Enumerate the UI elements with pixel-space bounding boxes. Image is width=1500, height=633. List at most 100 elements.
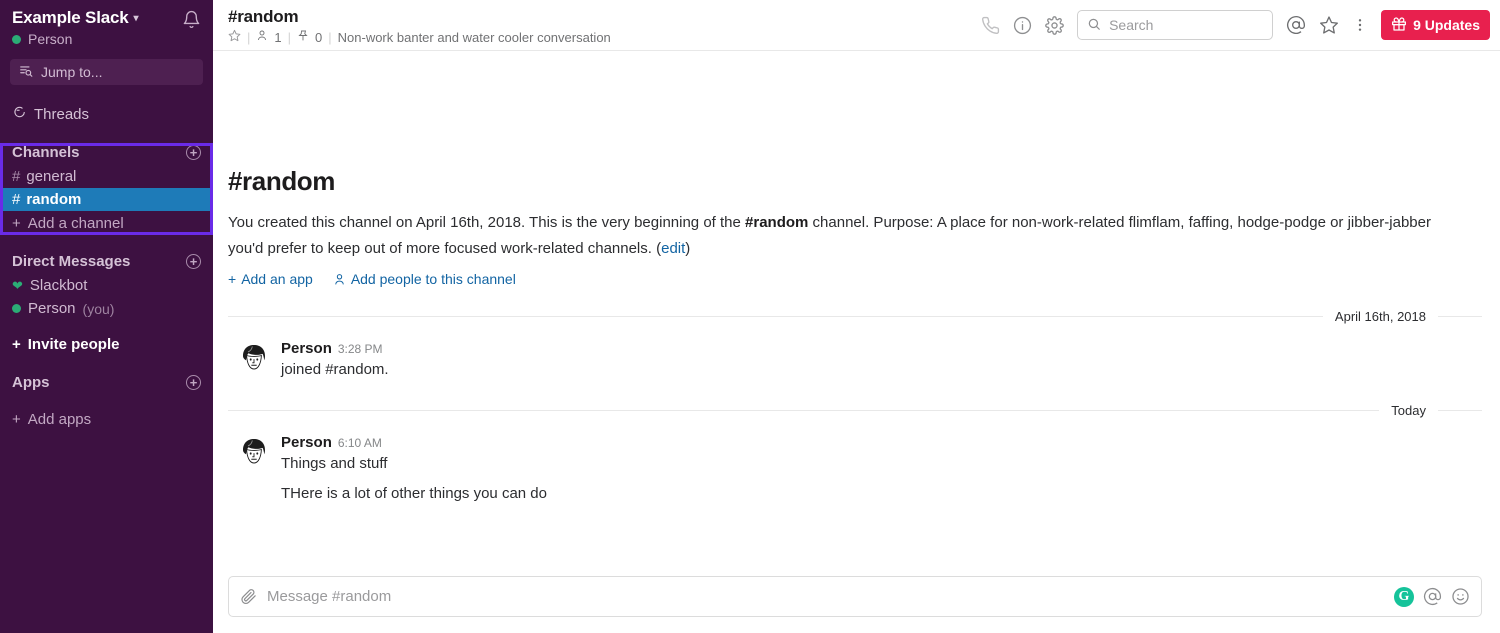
- at-mention-icon[interactable]: [1423, 587, 1442, 606]
- search-input[interactable]: Search: [1077, 10, 1274, 40]
- user-avatar-face[interactable]: [236, 434, 272, 470]
- bell-icon[interactable]: [182, 10, 201, 33]
- paperclip-icon[interactable]: [240, 588, 257, 605]
- plus-icon: +: [12, 411, 21, 428]
- add-a-channel-label: Add a channel: [27, 215, 124, 232]
- sidebar-channel-random[interactable]: # random: [0, 188, 213, 211]
- phone-icon[interactable]: [981, 16, 1000, 35]
- sidebar-channel-general[interactable]: # general: [0, 165, 213, 188]
- info-circle-icon[interactable]: [1013, 16, 1032, 35]
- at-mention-icon[interactable]: [1286, 15, 1306, 35]
- message-header: Person 3:28 PM: [281, 340, 389, 357]
- grammarly-g-icon[interactable]: G: [1394, 586, 1414, 607]
- channels-section: Channels + # general # random: [0, 139, 213, 211]
- message-item: Person 3:28 PM joined #random.: [228, 340, 1482, 381]
- add-an-app-label: Add an app: [241, 271, 313, 287]
- main-panel: #random | 1 | 0 | Non-work banter and wa…: [213, 0, 1500, 633]
- add-dm-plus-icon[interactable]: +: [186, 254, 201, 269]
- dm-you-suffix: (you): [82, 300, 115, 317]
- presence-dot: [12, 304, 21, 313]
- dm-section-header[interactable]: Direct Messages +: [0, 248, 213, 274]
- team-header[interactable]: Example Slack ▾ Person: [0, 0, 213, 53]
- dm-label: Slackbot: [29, 277, 88, 294]
- sidebar-item-threads[interactable]: Threads: [0, 101, 213, 127]
- search-placeholder: Search: [1109, 17, 1154, 33]
- message-input[interactable]: Message #random G: [228, 576, 1482, 617]
- channel-description: Non-work banter and water cooler convers…: [337, 29, 611, 45]
- channel-label: general: [26, 168, 77, 185]
- divider-line: [228, 316, 1323, 317]
- plus-icon: +: [228, 271, 237, 287]
- divider: |: [328, 29, 332, 45]
- add-people-label: Add people to this channel: [350, 271, 516, 287]
- updates-button-label: 9 Updates: [1413, 17, 1480, 33]
- add-apps-button[interactable]: + Add apps: [0, 407, 213, 432]
- current-user-label: Person: [28, 31, 73, 47]
- date-divider: Today: [228, 403, 1482, 418]
- apps-section-title: Apps: [12, 374, 50, 391]
- channel-meta: | 1 | 0 | Non-work banter and water cool…: [228, 29, 611, 45]
- pin-icon[interactable]: [297, 29, 309, 45]
- message-timestamp: 3:28 PM: [337, 342, 383, 356]
- team-name-label: Example Slack: [12, 8, 129, 27]
- search-icon: [1087, 17, 1101, 34]
- message-author[interactable]: Person: [281, 434, 332, 451]
- star-outline-icon[interactable]: [1319, 15, 1339, 35]
- members-icon[interactable]: [256, 29, 268, 45]
- heart-icon: ❤: [12, 277, 23, 293]
- divider: |: [287, 29, 292, 45]
- date-divider: April 16th, 2018: [228, 309, 1482, 324]
- channel-intro: #random You created this channel on Apri…: [228, 51, 1482, 287]
- add-a-channel-button[interactable]: + Add a channel: [0, 211, 213, 236]
- gift-icon: [1391, 16, 1407, 35]
- chevron-down-icon: ▾: [133, 12, 139, 24]
- channel-label: random: [26, 191, 82, 208]
- direct-messages-section: Direct Messages + ❤ Slackbot Person (you…: [0, 248, 213, 320]
- smiley-icon[interactable]: [1451, 587, 1470, 606]
- edit-purpose-link[interactable]: edit: [661, 240, 685, 257]
- divider: |: [247, 29, 251, 45]
- invite-people-button[interactable]: + Invite people: [0, 332, 213, 357]
- dm-label: Person: [28, 300, 76, 317]
- sidebar-dm-person[interactable]: Person (you): [0, 297, 213, 320]
- add-app-plus-icon[interactable]: +: [186, 375, 201, 390]
- composer-icons: G: [1394, 586, 1470, 607]
- message-list: #random You created this channel on Apri…: [213, 51, 1500, 568]
- channel-intro-actions: + Add an app Add people to this channel: [228, 271, 1482, 287]
- pin-count: 0: [315, 29, 323, 45]
- plus-icon: +: [12, 336, 21, 353]
- members-count: 1: [274, 29, 282, 45]
- channel-header-left: #random | 1 | 0 | Non-work banter and wa…: [228, 5, 611, 45]
- current-user[interactable]: Person: [12, 31, 138, 47]
- channels-section-header[interactable]: Channels +: [0, 139, 213, 165]
- channel-header: #random | 1 | 0 | Non-work banter and wa…: [213, 0, 1500, 51]
- team-name-button[interactable]: Example Slack ▾: [12, 8, 139, 28]
- threads-label: Threads: [34, 105, 90, 123]
- add-an-app-button[interactable]: + Add an app: [228, 271, 313, 287]
- message-text: joined #random.: [281, 361, 389, 378]
- message-author[interactable]: Person: [281, 340, 332, 357]
- channel-intro-body: You created this channel on April 16th, …: [228, 210, 1438, 262]
- message-text: Things and stuff: [281, 455, 388, 472]
- user-avatar-face[interactable]: [236, 340, 272, 376]
- jump-to-button[interactable]: Jump to...: [10, 59, 203, 85]
- more-vertical-icon[interactable]: [1352, 15, 1368, 35]
- message-timestamp: 6:10 AM: [337, 436, 382, 450]
- divider-line: [1438, 316, 1482, 317]
- intro-text-part1: You created this channel on April 16th, …: [228, 214, 746, 231]
- add-people-button[interactable]: Add people to this channel: [333, 271, 516, 287]
- sidebar-dm-slackbot[interactable]: ❤ Slackbot: [0, 274, 213, 297]
- gear-icon[interactable]: [1045, 15, 1064, 35]
- message-body: Person 3:28 PM joined #random.: [281, 340, 389, 381]
- apps-section-header[interactable]: Apps +: [0, 369, 213, 395]
- page-title: #random: [228, 7, 299, 26]
- add-channel-plus-icon[interactable]: +: [186, 145, 201, 160]
- star-outline-icon[interactable]: [228, 29, 241, 45]
- updates-button[interactable]: 9 Updates: [1381, 10, 1490, 40]
- message-text: THere is a lot of other things you can d…: [281, 485, 547, 502]
